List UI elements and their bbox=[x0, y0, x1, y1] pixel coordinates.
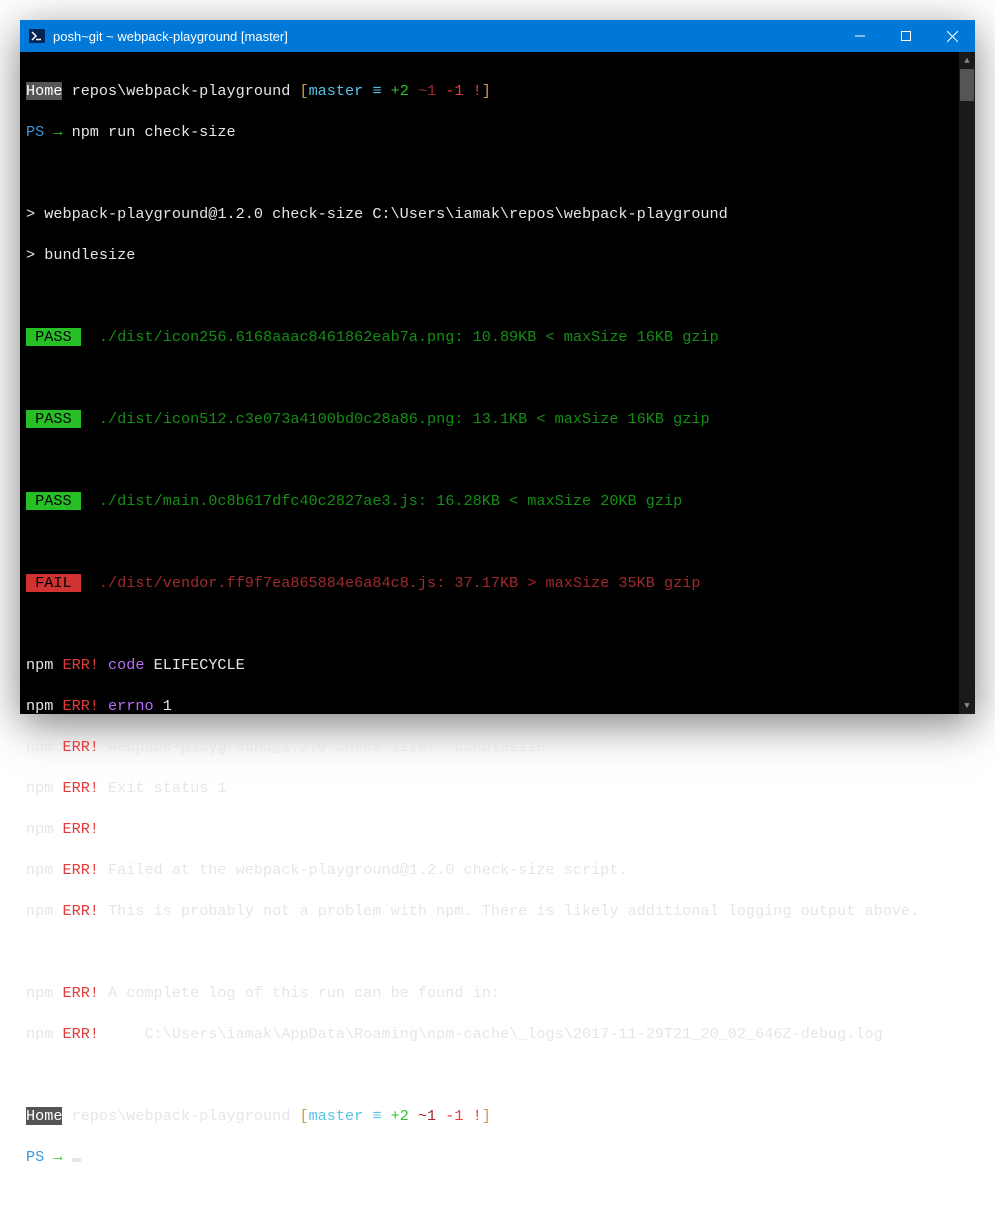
bundlesize-result: PASS ./dist/icon256.6168aaac8461862eab7a… bbox=[26, 327, 969, 348]
client-area: Home repos\webpack-playground [master ≡ … bbox=[20, 52, 975, 714]
pass-badge: PASS bbox=[26, 410, 81, 428]
npm-error: npm ERR! errno 1 bbox=[26, 696, 969, 717]
npm-error: npm ERR! code ELIFECYCLE bbox=[26, 655, 969, 676]
home-segment: Home bbox=[26, 1107, 62, 1125]
pass-badge: PASS bbox=[26, 492, 81, 510]
cursor bbox=[72, 1158, 81, 1162]
close-button[interactable] bbox=[929, 20, 975, 52]
maximize-button[interactable] bbox=[883, 20, 929, 52]
npm-error: npm ERR! C:\Users\iamak\AppData\Roaming\… bbox=[26, 1024, 969, 1045]
terminal-window: posh~git ~ webpack-playground [master] H… bbox=[20, 20, 975, 714]
window-title: posh~git ~ webpack-playground [master] bbox=[53, 29, 837, 44]
npm-error: npm ERR! This is probably not a problem … bbox=[26, 901, 969, 922]
npm-run-header: > webpack-playground@1.2.0 check-size C:… bbox=[26, 204, 969, 225]
home-segment: Home bbox=[26, 82, 62, 100]
scroll-up-icon[interactable]: ▲ bbox=[959, 52, 975, 69]
pass-badge: PASS bbox=[26, 328, 81, 346]
powershell-icon bbox=[29, 28, 45, 44]
scroll-down-icon[interactable]: ▼ bbox=[959, 697, 975, 714]
bundlesize-result: FAIL ./dist/vendor.ff9f7ea865884e6a84c8.… bbox=[26, 573, 969, 594]
npm-error: npm ERR! webpack-playground@1.2.0 check-… bbox=[26, 737, 969, 758]
titlebar[interactable]: posh~git ~ webpack-playground [master] bbox=[20, 20, 975, 52]
terminal-output[interactable]: Home repos\webpack-playground [master ≡ … bbox=[20, 52, 975, 714]
scroll-thumb[interactable] bbox=[960, 69, 974, 101]
scroll-track[interactable] bbox=[959, 69, 975, 697]
npm-error: npm ERR! Failed at the webpack-playgroun… bbox=[26, 860, 969, 881]
prompt-line: Home repos\webpack-playground [master ≡ … bbox=[26, 81, 969, 102]
minimize-button[interactable] bbox=[837, 20, 883, 52]
npm-error: npm ERR! Exit status 1 bbox=[26, 778, 969, 799]
fail-badge: FAIL bbox=[26, 574, 81, 592]
bundlesize-result: PASS ./dist/main.0c8b617dfc40c2827ae3.js… bbox=[26, 491, 969, 512]
npm-run-header: > bundlesize bbox=[26, 245, 969, 266]
bundlesize-result: PASS ./dist/icon512.c3e073a4100bd0c28a86… bbox=[26, 409, 969, 430]
npm-error: npm ERR! A complete log of this run can … bbox=[26, 983, 969, 1004]
npm-error: npm ERR! bbox=[26, 819, 969, 840]
prompt-ready: PS → bbox=[26, 1147, 969, 1168]
prompt-line: Home repos\webpack-playground [master ≡ … bbox=[26, 1106, 969, 1127]
scrollbar[interactable]: ▲ ▼ bbox=[958, 52, 975, 714]
command-line: PS → npm run check-size bbox=[26, 122, 969, 143]
window-controls bbox=[837, 20, 975, 52]
